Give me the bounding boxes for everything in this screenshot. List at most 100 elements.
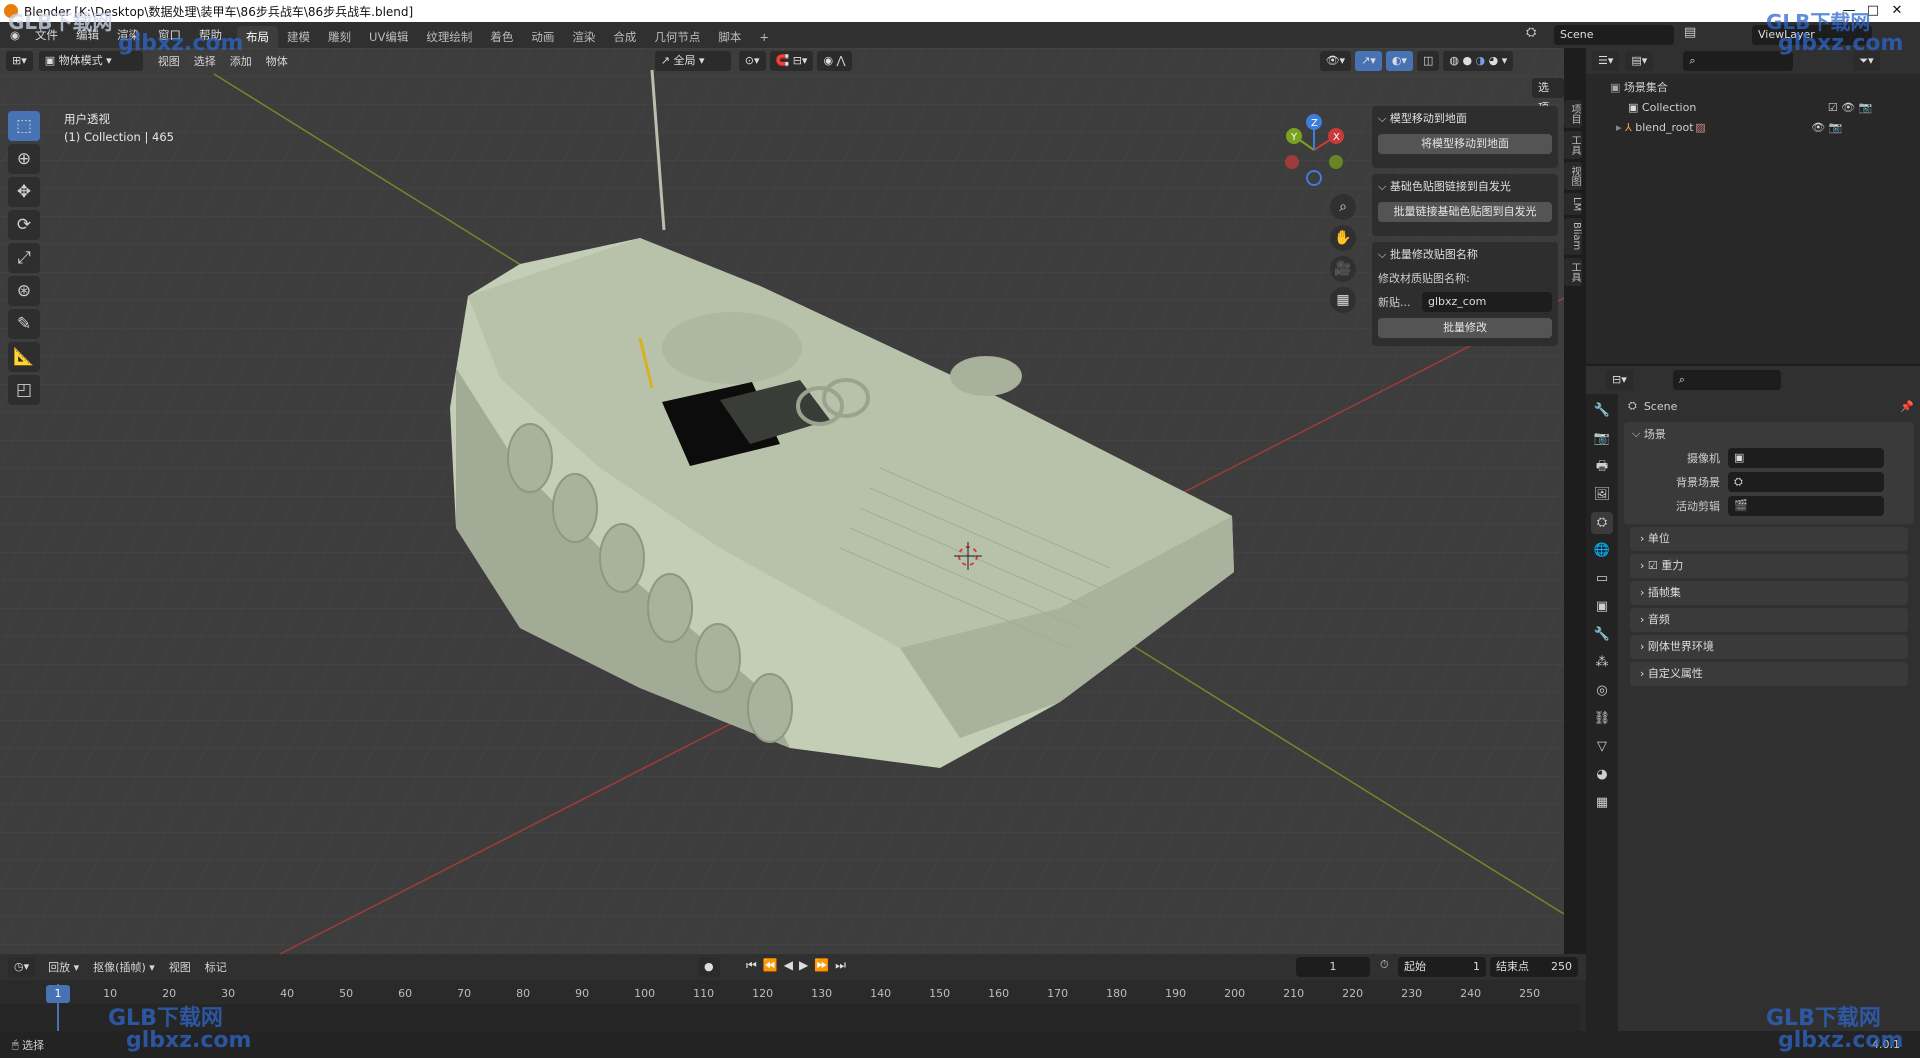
panel-header[interactable]: ⌵ 模型移动到地面 [1372, 108, 1558, 130]
navigation-gizmo[interactable]: X Y Z [1278, 112, 1348, 188]
end-frame-field[interactable]: 结束点 250 [1490, 957, 1578, 977]
current-frame-field[interactable]: 1 [1296, 957, 1370, 977]
perspective-grid-icon[interactable]: ▦ [1330, 287, 1356, 313]
cursor-tool[interactable]: ⊕ [8, 144, 40, 174]
gizmo-toggle-button[interactable]: ↗▾ [1355, 51, 1382, 71]
shading-modes[interactable]: ◍ ● ◑ ◕ ▾ [1443, 51, 1514, 71]
object-tab-icon[interactable]: ▣ [1591, 596, 1613, 618]
render-tab-icon[interactable]: 📷 [1591, 428, 1613, 450]
rotate-tool[interactable]: ⟳ [8, 210, 40, 240]
expand-arrow-icon[interactable]: ▸ [1616, 118, 1622, 138]
zoom-icon[interactable]: ⌕ [1330, 194, 1356, 220]
output-tab-icon[interactable]: 🖶 [1591, 456, 1613, 478]
options-dropdown[interactable]: 选项 [1532, 78, 1564, 114]
physics-tab-icon[interactable]: ◎ [1591, 680, 1613, 702]
camera-icon[interactable]: 📷 [1829, 118, 1843, 138]
panel-header[interactable]: ⌵ 批量修改贴图名称 [1372, 244, 1558, 266]
tab-view[interactable]: 视图 [1564, 162, 1582, 190]
add-workspace-button[interactable]: + [750, 26, 778, 48]
new-texture-name-input[interactable]: glbxz_com [1422, 292, 1552, 312]
collection-tab-icon[interactable]: ▭ [1591, 568, 1613, 590]
transform-tool[interactable]: ⊛ [8, 276, 40, 306]
eye-icon[interactable]: 👁 [1811, 118, 1825, 138]
tool-tab-icon[interactable]: 🔧 [1591, 400, 1613, 422]
collection-row[interactable]: ▣ Collection ☑ 👁 📷 [1610, 98, 1920, 118]
tab-animation[interactable]: 动画 [522, 26, 563, 48]
move-to-ground-button[interactable]: 将模型移动到地面 [1378, 134, 1552, 154]
tab-sculpting[interactable]: 雕刻 [319, 26, 360, 48]
overlay-toggle-button[interactable]: ◐▾ [1385, 51, 1413, 71]
tab-texture-paint[interactable]: 纹理绘制 [417, 26, 481, 48]
tab-tool-2[interactable]: 工具 [1564, 257, 1582, 286]
batch-rename-button[interactable]: 批量修改 [1378, 318, 1552, 338]
gravity-checkbox[interactable]: ☑ [1648, 559, 1658, 572]
scene-tab-icon[interactable]: ⛭ [1591, 512, 1613, 534]
panel-header[interactable]: ⌵ 基础色贴图链接到自发光 [1372, 176, 1558, 198]
material-tab-icon[interactable]: ◕ [1591, 764, 1613, 786]
move-tool[interactable]: ✥ [8, 177, 40, 207]
marker-menu[interactable]: 标记 [198, 959, 234, 975]
visibility-button[interactable]: 👁▾ [1319, 51, 1352, 71]
tab-uv-editing[interactable]: UV编辑 [360, 26, 417, 48]
object-row[interactable]: ▸ ⅄ blend_root ▨ 👁 📷 [1610, 118, 1920, 138]
annotate-tool[interactable]: ✎ [8, 309, 40, 339]
outliner-editor-type[interactable]: ☰▾ [1592, 51, 1620, 71]
tab-bliam[interactable]: Bliam [1564, 218, 1582, 255]
texture-tab-icon[interactable]: ▦ [1591, 792, 1613, 814]
pivot-point-button[interactable]: ⊙▾ [738, 51, 766, 71]
audio-section[interactable]: › 音频 [1630, 608, 1908, 632]
link-basecolor-emission-button[interactable]: 批量链接基础色贴图到自发光 [1378, 202, 1552, 222]
properties-editor-type[interactable]: ⊟▾ [1606, 370, 1633, 390]
keying-menu[interactable]: 抠像(插帧) ▾ [86, 959, 162, 975]
gravity-section[interactable]: › ☑ 重力 [1630, 554, 1908, 578]
select-box-tool[interactable]: ⬚ [8, 111, 40, 141]
data-tab-icon[interactable]: ▽ [1591, 736, 1613, 758]
tab-geometry-nodes[interactable]: 几何节点 [645, 26, 709, 48]
playback-controls[interactable]: ⏮⏪◀▶⏩⏭ [746, 958, 852, 973]
particles-tab-icon[interactable]: ⁂ [1591, 652, 1613, 674]
display-mode-button[interactable]: ▤▾ [1625, 51, 1654, 71]
pan-hand-icon[interactable]: ✋ [1330, 225, 1356, 251]
camera-field[interactable]: ▣ [1728, 448, 1884, 468]
timeline-view-menu[interactable]: 视图 [162, 959, 198, 975]
scale-tool[interactable]: ⤢ [8, 243, 40, 273]
tab-modeling[interactable]: 建模 [278, 26, 319, 48]
camera-icon[interactable]: 📷 [1859, 98, 1873, 118]
tab-scripting[interactable]: 脚本 [709, 26, 750, 48]
transform-orientation-dropdown[interactable]: ↗ 全局 ▾ [654, 51, 731, 71]
tab-tool[interactable]: 工具 [1564, 131, 1582, 159]
auto-keying-button[interactable]: ● [698, 957, 720, 977]
proportional-edit-button[interactable]: ◉ ⋀ [817, 51, 852, 71]
pin-icon[interactable]: 📌 [1900, 400, 1914, 413]
scene-selector[interactable]: Scene [1554, 25, 1674, 45]
view-layer-tab-icon[interactable]: 🖼 [1591, 484, 1613, 506]
scene-panel-header[interactable]: ⌵ 场景 [1624, 422, 1914, 446]
checkbox-icon[interactable]: ☑ [1828, 98, 1838, 118]
timeline-editor-type[interactable]: ◷▾ [8, 957, 36, 977]
tab-rendering[interactable]: 渲染 [563, 26, 604, 48]
keying-sets-section[interactable]: › 插帧集 [1630, 581, 1908, 605]
add-cube-tool[interactable]: ◰ [8, 375, 40, 405]
background-scene-field[interactable]: ⛭ [1728, 472, 1884, 492]
modifier-tab-icon[interactable]: 🔧 [1591, 624, 1613, 646]
tab-shading[interactable]: 着色 [481, 26, 522, 48]
3d-viewport[interactable]: ⊞▾ ▣ 物体模式 ▾ 视图 选择 添加 物体 ↗ 全局 ▾ ⊙▾ 🧲 ⊟▾ ◉… [0, 48, 1564, 954]
custom-properties-section[interactable]: › 自定义属性 [1630, 662, 1908, 686]
tab-item[interactable]: 项目 [1564, 100, 1582, 128]
eye-icon[interactable]: 👁 [1841, 98, 1855, 118]
snap-button[interactable]: 🧲 ⊟▾ [769, 51, 814, 71]
constraints-tab-icon[interactable]: ⛓ [1591, 708, 1613, 730]
world-tab-icon[interactable]: 🌐 [1591, 540, 1613, 562]
units-section[interactable]: › 单位 [1630, 527, 1908, 551]
properties-search-input[interactable]: ⌕ [1672, 370, 1781, 390]
xray-button[interactable]: ◫ [1416, 51, 1440, 71]
menu-object[interactable]: 物体 [259, 53, 295, 69]
active-clip-field[interactable]: 🎬 [1728, 496, 1884, 516]
start-frame-field[interactable]: 起始 1 [1398, 957, 1486, 977]
playback-menu[interactable]: 回放 ▾ [41, 959, 86, 975]
scene-collection-row[interactable]: ▣ 场景集合 [1610, 78, 1920, 98]
rigid-body-world-section[interactable]: › 刚体世界环境 [1630, 635, 1908, 659]
measure-tool[interactable]: 📐 [8, 342, 40, 372]
tab-compositing[interactable]: 合成 [604, 26, 645, 48]
tab-lm[interactable]: LM [1564, 193, 1582, 216]
